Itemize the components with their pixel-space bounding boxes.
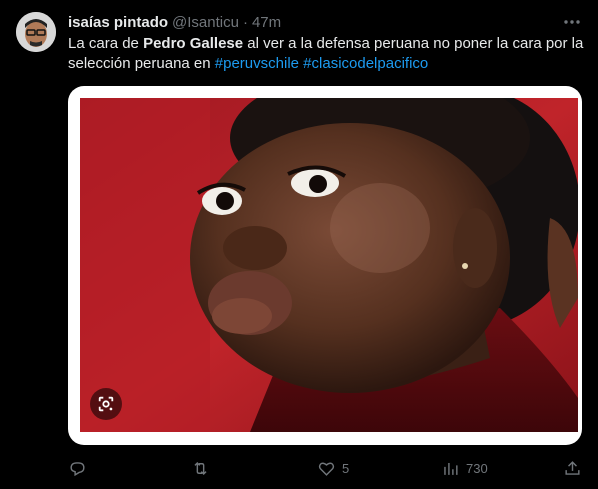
avatar-image — [16, 12, 56, 52]
tweet-text-before: La cara de — [68, 35, 144, 52]
visual-search-button[interactable] — [90, 388, 122, 420]
tweet-text: La cara de Pedro Gallese al ver a la def… — [68, 34, 588, 74]
author-handle[interactable]: @Isanticu — [172, 14, 239, 31]
google-lens-icon — [98, 396, 114, 412]
tweet: isaías pintado @Isanticu · 47m La cara d… — [0, 0, 598, 489]
more-horizontal-icon — [564, 20, 580, 24]
author-display-name[interactable]: isaías pintado — [68, 14, 168, 31]
more-options-button[interactable] — [562, 12, 582, 32]
views-button[interactable]: 730 — [441, 456, 488, 480]
separator-dot: · — [242, 13, 248, 31]
retweet-button[interactable] — [191, 456, 210, 480]
share-icon — [565, 460, 580, 475]
tweet-text-bold: Pedro Gallese — [143, 35, 244, 52]
reply-button[interactable] — [68, 456, 87, 480]
timestamp[interactable]: 47m — [252, 14, 281, 31]
avatar[interactable] — [16, 12, 56, 52]
heart-icon — [318, 462, 335, 476]
hashtag-link[interactable]: #clasicodelpacifico — [303, 55, 428, 72]
tweet-actions: 5 730 — [68, 456, 588, 480]
hashtag-link[interactable]: #peruvschile — [215, 55, 299, 72]
reply-icon — [70, 461, 85, 476]
tweet-photo — [80, 98, 578, 432]
views-icon — [444, 462, 458, 475]
tweet-media[interactable] — [68, 86, 582, 445]
like-count: 5 — [342, 460, 350, 476]
retweet-icon — [194, 461, 207, 475]
views-count: 730 — [466, 460, 488, 476]
like-button[interactable]: 5 — [317, 456, 349, 480]
tweet-header: isaías pintado @Isanticu · 47m — [68, 12, 578, 32]
share-button[interactable] — [563, 456, 582, 480]
